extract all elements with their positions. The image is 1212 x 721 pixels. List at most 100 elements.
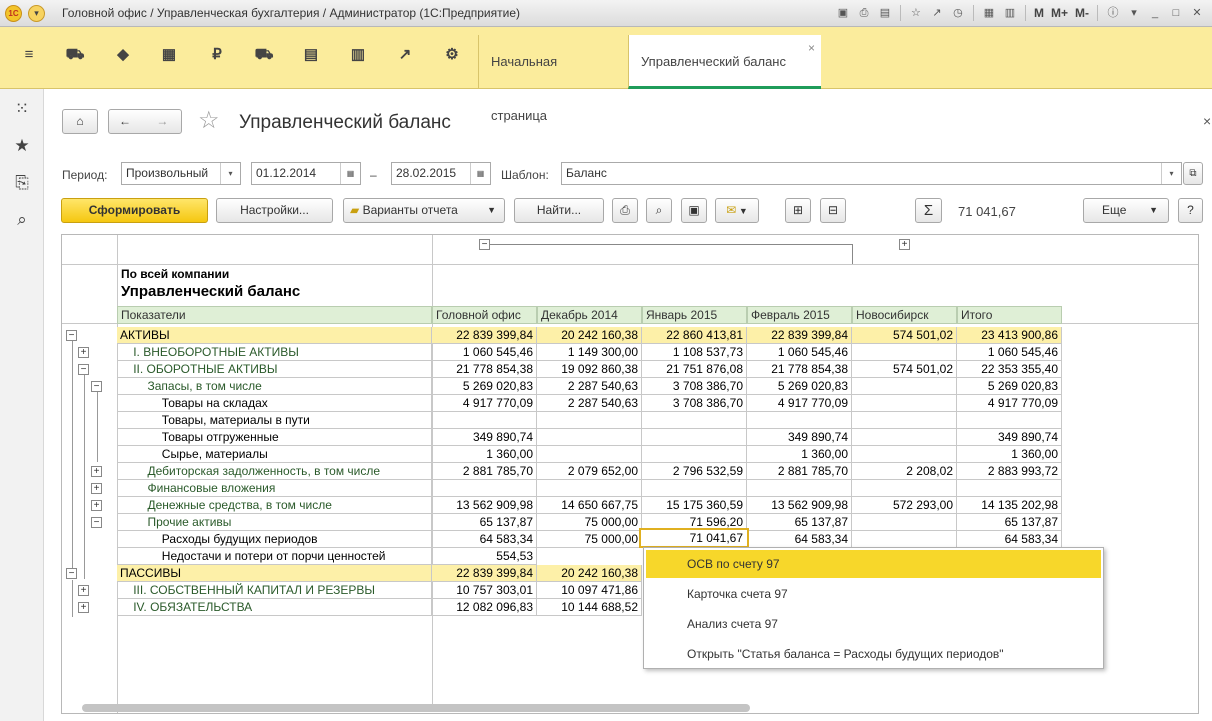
table-row[interactable]: II. ОБОРОТНЫЕ АКТИВЫ 21 778 854,38 19 092 … [117, 361, 1062, 378]
column-group-expand[interactable]: + [899, 239, 910, 250]
table-cell[interactable]: 22 839 399,84 [747, 327, 852, 344]
table-cell[interactable]: 22 860 413,81 [642, 327, 747, 344]
table-cell[interactable] [852, 480, 957, 497]
sum-button[interactable]: Σ [915, 198, 942, 223]
table-cell[interactable] [537, 429, 642, 446]
grid-icon[interactable]: ▦ [157, 43, 181, 67]
print-button[interactable]: ⎙ [612, 198, 638, 223]
minimize-icon[interactable]: _ [1146, 4, 1164, 22]
menu-item-open-balance-item[interactable]: Открыть "Статья баланса = Расходы будущи… [646, 640, 1101, 668]
table-cell[interactable]: 10 757 303,01 [432, 582, 537, 599]
table-cell[interactable]: 20 242 160,38 [537, 565, 642, 582]
table-cell[interactable]: 5 269 020,83 [432, 378, 537, 395]
favorites-icon[interactable]: ☆ [907, 4, 925, 22]
table-row[interactable]: I. ВНЕОБОРОТНЫЕ АКТИВЫ 1 060 545,46 1 149 … [117, 344, 1062, 361]
table-cell[interactable]: 2 287 540,63 [537, 378, 642, 395]
table-cell[interactable]: 349 890,74 [957, 429, 1062, 446]
menu-item-account-card-97[interactable]: Карточка счета 97 [646, 580, 1101, 608]
table-cell[interactable]: 14 135 202,98 [957, 497, 1062, 514]
table-cell[interactable] [852, 344, 957, 361]
table-cell[interactable]: 15 175 360,59 [642, 497, 747, 514]
table-cell[interactable] [852, 395, 957, 412]
table-row[interactable]: АКТИВЫ 22 839 399,84 20 242 160,38 22 860 4… [117, 327, 1062, 344]
date-to-field[interactable]: 28.02.2015 ▦ [391, 162, 491, 185]
settings-button[interactable]: Настройки... [216, 198, 333, 223]
expand-groups-button[interactable]: ⊞ [785, 198, 811, 223]
table-cell[interactable]: 2 883 993,72 [957, 463, 1062, 480]
forward-arrow-icon[interactable]: → [156, 114, 168, 128]
calendar-icon[interactable]: ▥ [1001, 4, 1019, 22]
table-cell[interactable]: 64 583,34 [957, 531, 1062, 548]
ruble-icon[interactable]: ₽ [205, 43, 229, 67]
back-arrow-icon[interactable]: ← [119, 114, 131, 128]
collapse-icon[interactable]: − [66, 330, 77, 341]
table-cell[interactable]: 2 881 785,70 [432, 463, 537, 480]
table-cell[interactable] [852, 429, 957, 446]
search-icon[interactable]: ⌕ [10, 208, 34, 232]
table-cell[interactable]: 349 890,74 [432, 429, 537, 446]
history-list-icon[interactable]: ⎘ [10, 171, 34, 195]
menu-item-account-analysis-97[interactable]: Анализ счета 97 [646, 610, 1101, 638]
table-cell[interactable]: 22 353 355,40 [957, 361, 1062, 378]
preview-button[interactable]: ⌕ [646, 198, 672, 223]
table-cell[interactable]: 21 778 854,38 [432, 361, 537, 378]
find-button[interactable]: Найти... [514, 198, 604, 223]
expand-icon[interactable]: + [91, 483, 102, 494]
table-cell[interactable]: 1 360,00 [432, 446, 537, 463]
chevron-down-icon[interactable]: ▾ [1161, 163, 1181, 184]
table-cell[interactable]: 5 269 020,83 [747, 378, 852, 395]
table-cell[interactable]: 19 092 860,38 [537, 361, 642, 378]
table-cell[interactable]: 10 097 471,86 [537, 582, 642, 599]
print-icon[interactable]: ⎙ [855, 4, 873, 22]
table-cell[interactable]: 2 796 532,59 [642, 463, 747, 480]
table-cell[interactable]: 4 917 770,09 [432, 395, 537, 412]
table-row[interactable]: Расходы будущих периодов 64 583,34 75 000,… [117, 531, 1062, 548]
table-cell[interactable]: 1 108 537,73 [642, 344, 747, 361]
table-cell[interactable]: 2 208,02 [852, 463, 957, 480]
table-row[interactable]: Товары отгруженные 349 890,74 349 890,74 34… [117, 429, 1062, 446]
history-icon[interactable]: ◷ [949, 4, 967, 22]
menu-icon[interactable]: ≡ [17, 43, 41, 67]
memory-minus-button[interactable]: M- [1073, 6, 1091, 20]
preview-icon[interactable]: ▤ [876, 4, 894, 22]
gear-icon[interactable]: ⚙ [440, 43, 464, 67]
table-cell[interactable] [642, 412, 747, 429]
table-row[interactable]: Прочие активы 65 137,87 75 000,00 71 596,20… [117, 514, 1062, 531]
favorite-star-icon[interactable]: ☆ [198, 108, 220, 134]
form-close-icon[interactable]: × [1203, 113, 1211, 129]
table-cell[interactable]: 3 708 386,70 [642, 378, 747, 395]
scrollbar-thumb[interactable] [82, 704, 750, 712]
close-icon[interactable]: ✕ [1188, 4, 1206, 22]
table-row[interactable]: Товары на складах 4 917 770,09 2 287 540,6… [117, 395, 1062, 412]
table-cell[interactable]: 554,53 [432, 548, 537, 565]
save-icon[interactable]: ▣ [834, 4, 852, 22]
table-cell[interactable] [957, 412, 1062, 429]
table-cell[interactable] [642, 446, 747, 463]
open-template-button[interactable]: ⧉ [1183, 162, 1203, 185]
generate-button[interactable]: Сформировать [61, 198, 208, 223]
truck-icon[interactable]: ⛟ [252, 43, 276, 67]
bag-icon[interactable]: ◆ [111, 43, 135, 67]
table-cell[interactable]: 10 144 688,52 [537, 599, 642, 616]
period-type-select[interactable]: Произвольный ▾ [121, 162, 241, 185]
table-cell[interactable]: 4 917 770,09 [957, 395, 1062, 412]
expand-icon[interactable]: + [91, 466, 102, 477]
table-cell[interactable]: 1 149 300,00 [537, 344, 642, 361]
column-group-collapse[interactable]: − [479, 239, 490, 250]
main-menu-button[interactable]: ▾ [28, 5, 45, 22]
email-button[interactable]: ✉ ▼ [715, 198, 759, 223]
star-icon[interactable]: ★ [10, 134, 34, 158]
home-button[interactable]: ⌂ [62, 109, 98, 134]
save-button[interactable]: ▣ [681, 198, 707, 223]
table-cell[interactable]: 64 583,34 [432, 531, 537, 548]
table-row[interactable]: Товары, материалы в пути [117, 412, 1062, 429]
table-cell[interactable]: 21 778 854,38 [747, 361, 852, 378]
table-cell[interactable] [432, 480, 537, 497]
table-cell[interactable]: 13 562 909,98 [432, 497, 537, 514]
table-cell[interactable]: 2 079 652,00 [537, 463, 642, 480]
table-cell[interactable]: 574 501,02 [852, 327, 957, 344]
table-cell[interactable] [852, 514, 957, 531]
collapse-icon[interactable]: − [91, 517, 102, 528]
report-variants-button[interactable]: ▰ Варианты отчета ▼ [343, 198, 505, 223]
table-cell[interactable]: 5 269 020,83 [957, 378, 1062, 395]
